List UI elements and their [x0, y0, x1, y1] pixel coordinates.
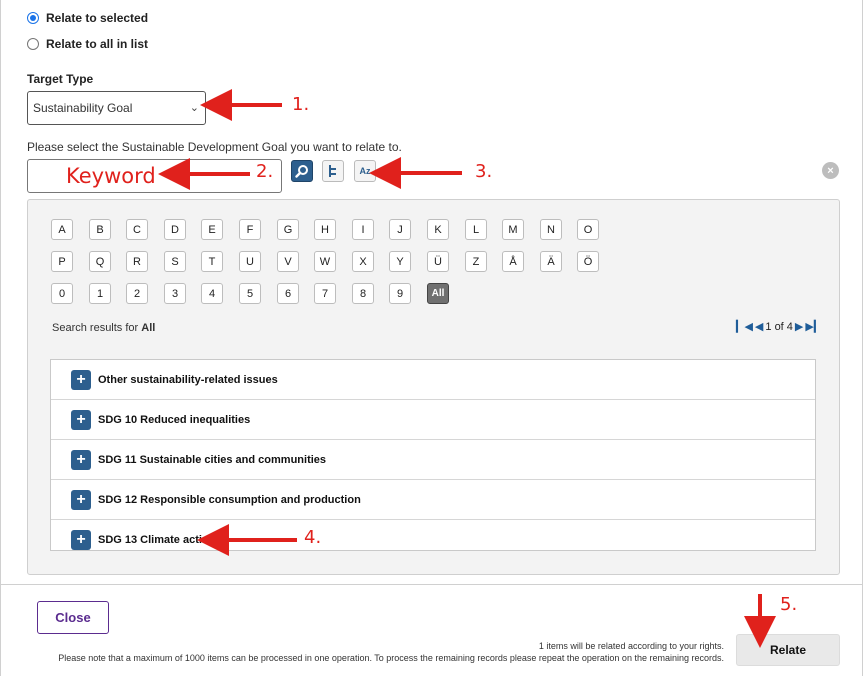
annotation-label-4: 4.	[304, 527, 322, 548]
annotation-arrows	[158, 89, 776, 648]
annotation-label-5: 5.	[780, 594, 798, 615]
annotation-label-1: 1.	[292, 94, 310, 115]
annotation-label-3: 3.	[475, 161, 493, 182]
annotation-label-2: 2.	[256, 161, 274, 182]
